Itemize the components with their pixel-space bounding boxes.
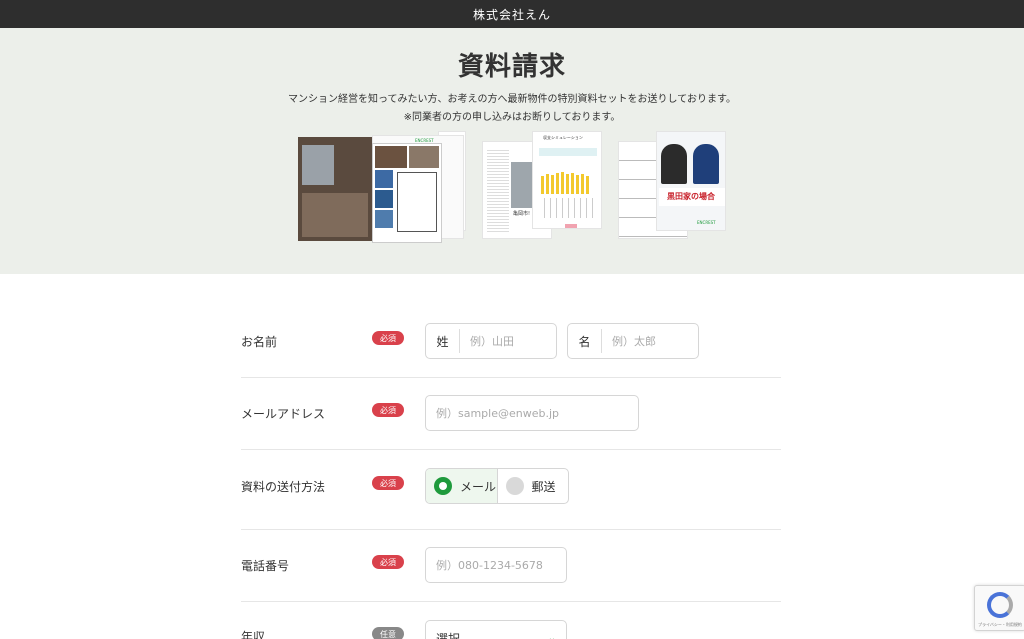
manga-title: 黒田家の場合 (667, 192, 715, 201)
delivery-label: 資料の送付方法 (241, 480, 326, 494)
radio-post[interactable]: 郵送 (498, 469, 569, 503)
recaptcha-badge[interactable]: プライバシー・利用規約 (974, 585, 1024, 631)
income-select[interactable]: 選択 ⌄ (425, 620, 567, 639)
phone-field[interactable]: 例）080-1234-5678 (425, 547, 567, 583)
brochure-image: ENCREST (298, 131, 468, 243)
first-name-placeholder: 例）太郎 (612, 335, 656, 348)
email-label: メールアドレス (241, 407, 326, 421)
hero-section: 資料請求 マンション経営を知ってみたい方、お考えの方へ最新物件の特別資料セットを… (0, 28, 1024, 274)
required-badge: 必須 (372, 331, 404, 345)
hero-description: マンション経営を知ってみたい方、お考えの方へ最新物件の特別資料セットをお送りして… (288, 94, 736, 105)
recaptcha-text: プライバシー・利用規約 (978, 622, 1022, 627)
radio-post-label: 郵送 (531, 479, 556, 494)
simulation-city: 亀岡市! (513, 211, 531, 217)
recaptcha-icon (987, 592, 1013, 618)
last-name-input[interactable]: 姓 例）山田 (425, 323, 557, 359)
last-name-placeholder: 例）山田 (470, 335, 514, 348)
radio-checked-icon (434, 477, 452, 495)
required-badge: 必須 (372, 555, 404, 569)
top-bar: 株式会社えん (0, 0, 1024, 28)
email-field[interactable]: 例）sample@enweb.jp (425, 395, 639, 431)
income-select-value: 選択 (436, 631, 461, 639)
company-name: 株式会社えん (472, 7, 551, 22)
simulation-image: 亀岡市! 収支シミュレーション (482, 131, 604, 241)
form-row-delivery: 資料の送付方法 必須 メール 郵送 (241, 450, 781, 530)
name-label: お名前 (241, 335, 278, 349)
page-title: 資料請求 (457, 52, 566, 82)
form-row-income: 年収 任意 選択 ⌄ (241, 602, 781, 639)
email-placeholder: 例）sample@enweb.jp (436, 407, 560, 420)
required-badge: 必須 (372, 403, 404, 417)
hero-note: ※同業者の方の申し込みはお断りしております。 (403, 112, 621, 123)
form-row-name: お名前 必須 姓 例）山田 名 例）太郎 (241, 274, 781, 378)
phone-label: 電話番号 (241, 559, 290, 573)
delivery-radio-group: メール 郵送 (425, 468, 569, 504)
optional-badge: 任意 (372, 627, 404, 639)
income-label: 年収 (241, 630, 266, 639)
simulation-heading: 収支シミュレーション (543, 135, 583, 140)
manga-logo: ENCREST (697, 220, 716, 225)
required-badge: 必須 (372, 476, 404, 490)
radio-email-label: メール (460, 479, 497, 494)
chevron-down-icon: ⌄ (547, 632, 556, 639)
phone-placeholder: 例）080-1234-5678 (436, 559, 543, 572)
first-name-input[interactable]: 名 例）太郎 (567, 323, 699, 359)
form-row-phone: 電話番号 必須 例）080-1234-5678 (241, 530, 781, 602)
manga-image: 黒田家の場合 ENCREST (618, 131, 728, 241)
first-name-prefix: 名 (568, 329, 602, 353)
form-row-email: メールアドレス 必須 例）sample@enweb.jp (241, 378, 781, 450)
radio-email[interactable]: メール (426, 469, 498, 503)
radio-unchecked-icon (505, 477, 524, 495)
last-name-prefix: 姓 (426, 329, 460, 353)
